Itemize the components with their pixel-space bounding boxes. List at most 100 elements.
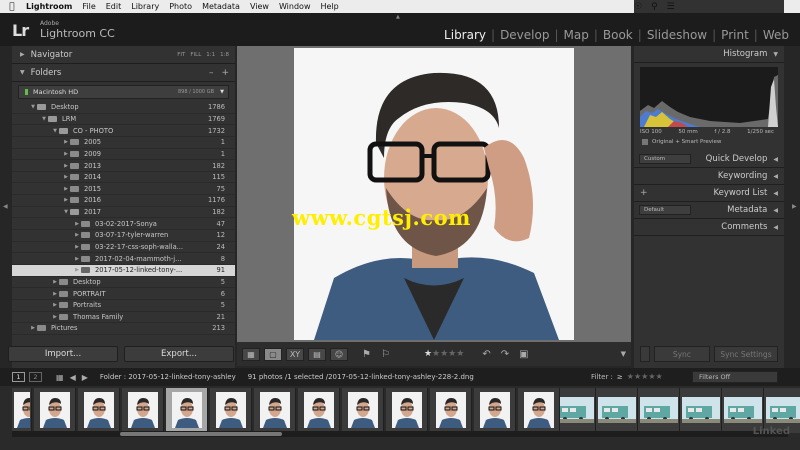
photo-count-label[interactable]: 91 photos /1 selected /2017-05-12-linked… [248,373,474,381]
sync-button[interactable]: Sync [653,346,710,362]
menu-photo[interactable]: Photo [169,2,192,11]
filmstrip-thumbnail[interactable] [474,388,516,433]
export-button[interactable]: Export... [124,346,234,362]
star-rating[interactable]: ★ ★ ★ ★ ★ [424,349,464,359]
rotate-left-icon[interactable]: ↶ [482,349,490,360]
module-develop[interactable]: Develop [495,28,554,42]
folder-row[interactable]: ▶ Thomas Family 21 [12,312,235,324]
folder-row[interactable]: ▼ CO - PHOTO 1732 [12,125,235,137]
folder-row[interactable]: ▶ 03-02-2017-Sonya 47 [12,218,235,231]
menu-library[interactable]: Library [131,2,159,11]
flag-reject-icon[interactable]: ⚐ [381,349,390,360]
chevron-down-icon[interactable]: ▼ [220,89,224,95]
loupe-view-button[interactable]: ▢ [264,347,282,361]
folder-row[interactable]: ▼ Desktop 1786 [12,102,235,114]
compare-view-button[interactable]: XY [286,347,304,361]
menu-window[interactable]: Window [279,2,311,11]
sync-settings-button[interactable]: Sync Settings [714,346,778,362]
main-window-button[interactable]: 1 [12,372,25,382]
menu-list-icon[interactable]: ☰ [667,2,675,12]
zoom-fit[interactable]: FIT [177,52,185,58]
metadata-preset-select[interactable]: Default [639,205,691,215]
add-folder-icon[interactable]: + [221,68,229,78]
collapse-triangle-icon[interactable]: ▶ [51,314,59,320]
search-icon[interactable]: ⚲ [651,2,658,12]
folder-row[interactable]: ▶ 2014 115 [12,172,235,184]
right-panel-toggle-icon[interactable]: ▶ [792,203,797,210]
menu-lightroom[interactable]: Lightroom [26,2,72,11]
folder-row[interactable]: ▶ 2017-02-04-mammoth-j... 8 [12,253,235,265]
collapse-triangle-icon[interactable]: ▶ [51,291,59,297]
keywording-header[interactable]: Keywording ◀ [634,168,784,185]
people-view-button[interactable]: ☺ [330,347,348,361]
crop-overlay-icon[interactable]: ▣ [519,349,528,360]
menu-view[interactable]: View [250,2,269,11]
folder-row[interactable]: ▶ 2013 182 [12,160,235,172]
folder-row[interactable]: ▶ Portraits 5 [12,300,235,312]
filmstrip-thumbnail[interactable] [342,388,384,433]
import-button[interactable]: Import... [8,346,118,362]
filmstrip-thumbnail[interactable] [638,388,680,433]
folder-row[interactable]: ▶ Pictures 213 [12,323,235,335]
star-icon[interactable]: ★ [448,349,456,359]
star-icon[interactable]: ★ [432,349,440,359]
expand-triangle-icon[interactable]: ▼ [62,209,70,215]
filmstrip-thumbnail[interactable] [122,388,164,433]
menu-file[interactable]: File [82,2,95,11]
collapse-triangle-icon[interactable]: ▶ [51,302,59,308]
histogram-header[interactable]: Histogram ▼ [634,46,784,63]
filmstrip-thumbnail[interactable] [254,388,296,433]
auto-sync-toggle[interactable] [640,346,650,362]
expand-triangle-icon[interactable]: ▼ [51,128,59,134]
filmstrip-thumbnail[interactable] [210,388,252,433]
creative-cloud-icon[interactable]: ☉ [634,2,642,12]
filters-off-select[interactable]: Filters Off [692,371,778,383]
top-panel-toggle-icon[interactable]: ▲ [396,14,400,20]
volume-macintosh-hd[interactable]: Macintosh HD 898 / 1000 GB ▼ [18,85,229,99]
module-book[interactable]: Book [598,28,638,42]
filter-operator[interactable]: ≥ [617,373,623,381]
apple-icon[interactable]:  [6,2,18,12]
flag-pick-icon[interactable]: ⚑ [362,349,371,360]
collapse-triangle-icon[interactable]: ▶ [62,174,70,180]
filmstrip-thumbnail[interactable] [166,388,208,433]
folder-row[interactable]: ▶ 2016 1176 [12,195,235,207]
filmstrip-thumbnail[interactable] [430,388,472,433]
quick-develop-header[interactable]: Custom Quick Develop ◀ [634,151,784,168]
source-folder-label[interactable]: Folder : 2017-05-12-linked-tony-ashley [100,373,236,381]
filmstrip-thumbnail[interactable] [680,388,722,433]
folder-row[interactable]: ▶ 03-07-17-tyler-warren 12 [12,230,235,242]
left-panel-toggle-icon[interactable]: ◀ [3,203,8,210]
collapse-triangle-icon[interactable]: ▶ [29,325,37,331]
keyword-list-header[interactable]: + Keyword List ◀ [634,185,784,202]
menu-edit[interactable]: Edit [106,2,122,11]
add-keyword-icon[interactable]: + [640,188,648,198]
module-map[interactable]: Map [559,28,594,42]
filmstrip-thumbnail[interactable] [12,388,32,433]
back-arrow-icon[interactable]: ◀ [70,373,76,382]
folder-row[interactable]: ▼ LRM 1769 [12,114,235,126]
expand-triangle-icon[interactable]: ▼ [29,104,37,110]
module-slideshow[interactable]: Slideshow [642,28,712,42]
collapse-triangle-icon[interactable]: ▶ [62,163,70,169]
folder-row[interactable]: ▶ 2017-05-12-linked-tony-... 91 [12,264,235,277]
filmstrip-scrollbar[interactable] [12,431,788,437]
filmstrip-thumbnail[interactable] [554,388,596,433]
rotate-right-icon[interactable]: ↷ [501,349,509,360]
folder-row[interactable]: ▶ Desktop 5 [12,277,235,289]
filmstrip-thumbnail[interactable] [386,388,428,433]
folder-row[interactable]: ▼ 2017 182 [12,207,235,219]
collapse-triangle-icon[interactable]: ▶ [73,244,81,250]
survey-view-button[interactable]: ▤ [308,347,326,361]
comments-header[interactable]: Comments ◀ [634,219,784,236]
collapse-triangle-icon[interactable]: ▶ [73,221,81,227]
filmstrip-thumbnail[interactable] [34,388,76,433]
folders-header[interactable]: ▼ Folders – + [12,64,235,82]
collapse-triangle-icon[interactable]: ▶ [62,151,70,157]
navigator-header[interactable]: ▶ Navigator FIT FILL 1:1 1:8 [12,46,235,64]
collapse-triangle-icon[interactable]: ▶ [73,232,81,238]
filter-stars[interactable]: ★★★★★ [627,372,663,381]
metadata-header[interactable]: Default Metadata ◀ [634,202,784,219]
module-web[interactable]: Web [758,28,794,42]
quick-develop-preset-select[interactable]: Custom [639,154,691,164]
